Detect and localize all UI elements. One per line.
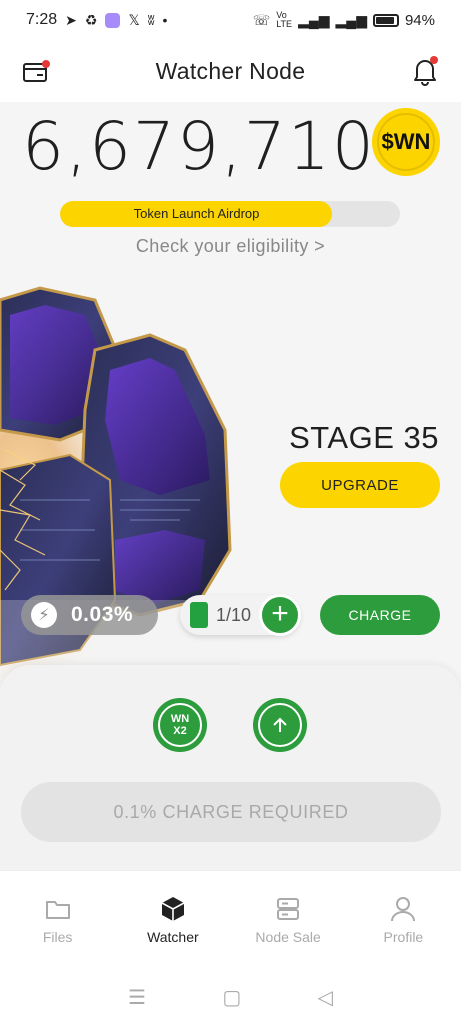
- upload-ring: [258, 703, 302, 747]
- app-icon: [105, 12, 121, 28]
- green-battery-icon: [190, 602, 208, 628]
- nav-label: Node Sale: [255, 929, 321, 945]
- app-w-icon: ʬ: [147, 12, 155, 28]
- home-icon[interactable]: ▢: [222, 985, 241, 1010]
- wallet-button[interactable]: [22, 58, 50, 86]
- system-navigation-bar: ☰ ▢ ◁: [0, 970, 461, 1024]
- nav-label: Profile: [383, 929, 424, 945]
- signal-2-icon: ▂▄▆: [335, 11, 367, 28]
- check-eligibility-link[interactable]: Check your eligibility >: [0, 236, 461, 257]
- volte-icon: Vo LTE: [276, 10, 293, 29]
- recent-apps-icon[interactable]: ☰: [128, 985, 146, 1010]
- status-time: 7:28: [26, 11, 58, 28]
- upgrade-button[interactable]: UPGRADE: [280, 462, 440, 508]
- stage-label: STAGE 35: [289, 420, 439, 455]
- status-bar: 7:28 ➤ ♻ 𝕏 ʬ • ☏ Vo LTE ▂▄▆ ▂▄▆ 94%: [0, 0, 461, 40]
- charge-required-button[interactable]: 0.1% CHARGE REQUIRED: [21, 782, 441, 842]
- lightning-icon: ⚡: [31, 602, 57, 628]
- mining-rate-value: 0.03%: [71, 603, 134, 626]
- more-dot-icon: •: [162, 12, 168, 28]
- battery-icon: [372, 13, 399, 27]
- nav-watcher[interactable]: Watcher: [115, 871, 230, 970]
- nav-label: Files: [42, 929, 73, 945]
- x-icon: 𝕏: [128, 11, 140, 28]
- add-battery-button[interactable]: +: [259, 594, 301, 636]
- nav-files[interactable]: Files: [0, 871, 115, 970]
- token-symbol: $WN: [381, 129, 431, 154]
- airdrop-progress-bar[interactable]: Token Launch Airdrop: [60, 201, 400, 227]
- folder-icon: [45, 901, 70, 919]
- page-title: Watcher Node: [155, 57, 306, 84]
- token-balance: 6,679,710: [22, 108, 376, 185]
- cube-icon: [161, 897, 185, 921]
- battery-percent: 94%: [404, 11, 435, 29]
- person-icon: [391, 897, 416, 922]
- arrow-up-icon: [273, 717, 287, 732]
- notification-dot: [430, 56, 438, 64]
- wifi-call-icon: ☏: [252, 11, 271, 28]
- wn-token-icon: $WN: [372, 108, 440, 176]
- notification-dot: [42, 60, 50, 68]
- bottom-navigation: Files Watcher Node Sale Profile: [0, 870, 461, 970]
- server-icon: [277, 898, 300, 920]
- plus-icon: +: [271, 597, 289, 630]
- telegram-icon: ➤: [65, 11, 77, 28]
- boost-label: WN X2: [170, 713, 190, 737]
- back-icon[interactable]: ◁: [317, 985, 332, 1010]
- app-header: Watcher Node: [0, 40, 461, 102]
- sync-icon: ♻: [84, 11, 98, 28]
- boost-ring: WN X2: [158, 703, 202, 747]
- wn-x2-boost-button[interactable]: WN X2: [153, 698, 207, 752]
- signal-icon: ▂▄▆: [298, 11, 330, 28]
- upload-button[interactable]: [253, 698, 307, 752]
- airdrop-label: Token Launch Airdrop: [133, 206, 260, 221]
- notifications-button[interactable]: [411, 56, 439, 86]
- charge-button[interactable]: CHARGE: [320, 595, 440, 635]
- nav-label: Watcher: [147, 929, 199, 945]
- nav-node-sale[interactable]: Node Sale: [231, 871, 346, 970]
- mining-rate-badge: ⚡ 0.03%: [21, 595, 158, 635]
- battery-count: 1/10: [216, 604, 252, 625]
- nav-profile[interactable]: Profile: [346, 871, 461, 970]
